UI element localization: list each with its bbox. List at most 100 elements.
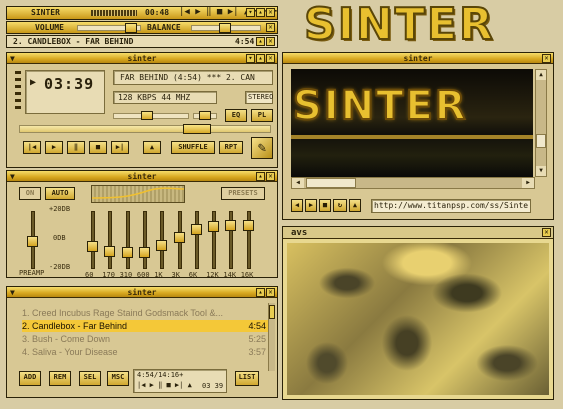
home-button[interactable]: ▲ (349, 199, 361, 212)
eq-slider-14K[interactable] (225, 211, 237, 269)
url-field[interactable]: http://www.titanpsp.com/ss/Sinter_ (371, 199, 531, 213)
eq-band-label: 600 (136, 271, 150, 279)
select-button[interactable]: SEL (79, 371, 101, 386)
browser-hscroll[interactable]: ◀ ▶ (291, 177, 535, 189)
shade-icon[interactable]: ▴ (256, 37, 265, 46)
eq-slider-12K[interactable] (208, 211, 220, 269)
stop-button[interactable]: ■ (89, 141, 107, 154)
scroll-down-icon[interactable]: ▼ (536, 166, 546, 176)
sinter-emblem-icon[interactable]: ✎ (251, 137, 273, 159)
eq-slider-60[interactable] (87, 211, 98, 269)
eq-slider-16K[interactable] (242, 211, 254, 269)
preamp-slider[interactable] (27, 211, 38, 269)
close-icon[interactable]: ✕ (266, 8, 275, 17)
pl-toggle-button[interactable]: PL (251, 109, 273, 122)
song-ticker[interactable]: FAR BEHIND (4:54) *** 2. CAN (113, 70, 273, 85)
playlist-item[interactable]: 2. Candlebox - Far Behind 4:54 (22, 320, 270, 332)
refresh-button[interactable]: ↻ (333, 199, 347, 212)
playlist-item[interactable]: 4. Saliva - Your Disease 3:57 (22, 346, 270, 358)
browser-vscroll[interactable]: ▲ ▼ (535, 69, 547, 177)
close-icon[interactable]: ✕ (266, 54, 275, 63)
playlist-item[interactable]: 1. Creed Incubus Rage Staind Godsmack To… (22, 307, 270, 319)
eq-slider-3K-knob[interactable] (173, 232, 185, 243)
stop-load-button[interactable]: ■ (319, 199, 331, 212)
back-button[interactable]: ◀ (291, 199, 303, 212)
side-buttons[interactable] (15, 71, 21, 111)
main-volume-knob[interactable] (141, 111, 153, 120)
shuffle-button[interactable]: SHUFFLE (171, 141, 215, 154)
eq-titlebar[interactable]: ▼ sinter ▴ ✕ (7, 171, 277, 182)
shade-icon[interactable]: ▴ (256, 54, 265, 63)
next-button[interactable]: ▶| (111, 141, 129, 154)
close-icon[interactable]: ✕ (266, 172, 275, 181)
close-icon[interactable]: ✕ (542, 54, 551, 63)
main-balance-knob[interactable] (199, 111, 211, 120)
balance-knob[interactable] (219, 23, 231, 33)
shade-icon[interactable]: ▴ (256, 288, 265, 297)
volume-label: VOLUME (35, 23, 64, 32)
playlist-mini-controls[interactable]: |◀ ▶ ‖ ■ ▶| ▲ (137, 381, 192, 389)
hscroll-thumb[interactable] (306, 178, 356, 188)
preamp-slider-knob[interactable] (27, 236, 38, 247)
close-icon[interactable]: ✕ (542, 228, 551, 237)
eq-band-label: 60 (85, 271, 94, 279)
eq-slider-1K-knob[interactable] (156, 240, 168, 251)
scroll-up-icon[interactable]: ▲ (536, 70, 546, 80)
repeat-button[interactable]: RPT (219, 141, 243, 154)
main-titlebar[interactable]: ▼ sinter ▾ ▴ ✕ (7, 53, 277, 64)
shade-icon[interactable]: ▴ (256, 8, 265, 17)
volume-knob[interactable] (125, 23, 137, 33)
eq-band-label: 16K (240, 271, 254, 279)
close-icon[interactable]: ✕ (266, 23, 275, 32)
eq-slider-600-knob[interactable] (138, 247, 150, 258)
seek-knob[interactable] (183, 124, 211, 134)
list-button[interactable]: LIST (235, 371, 259, 386)
remove-button[interactable]: REM (49, 371, 71, 386)
forward-button[interactable]: ▶ (305, 199, 317, 212)
presets-button[interactable]: PRESETS (221, 187, 265, 200)
eq-on-button[interactable]: ON (19, 187, 41, 200)
eq-band-label: 310 (119, 271, 133, 279)
playlist-scrollbar[interactable] (268, 303, 275, 371)
shade-icon[interactable]: ▴ (256, 172, 265, 181)
eq-slider-14K-knob[interactable] (225, 220, 237, 231)
play-button[interactable]: ▶ (45, 141, 63, 154)
minimize-icon[interactable]: ▾ (246, 8, 255, 17)
prev-button[interactable]: |◀ (23, 141, 41, 154)
eq-slider-6K-knob[interactable] (190, 224, 202, 235)
playlist-titlebar[interactable]: ▼ sinter ▴ ✕ (7, 287, 277, 298)
scroll-right-icon[interactable]: ▶ (522, 178, 534, 188)
eq-slider-310[interactable] (121, 211, 133, 269)
eq-slider-12K-knob[interactable] (208, 221, 220, 232)
eq-slider-1K[interactable] (156, 211, 168, 269)
main-window: ▼ sinter ▾ ▴ ✕ ▶ 03:39 FAR BEHIND (4:54) *… (6, 52, 278, 168)
time-readout[interactable]: 03:39 (44, 75, 94, 93)
close-icon[interactable]: ✕ (266, 288, 275, 297)
avs-titlebar[interactable]: avs ✕ (283, 227, 553, 239)
eq-auto-button[interactable]: AUTO (45, 187, 75, 200)
eq-slider-6K[interactable] (190, 211, 202, 269)
close-icon[interactable]: ✕ (266, 37, 275, 46)
browser-title: sinter (403, 54, 433, 63)
misc-button[interactable]: MSC (107, 371, 129, 386)
scroll-thumb[interactable] (536, 134, 546, 148)
seek-bar[interactable] (19, 125, 271, 133)
eq-title: sinter (127, 172, 157, 181)
eq-slider-170[interactable] (104, 211, 116, 269)
pause-button[interactable]: ‖ (67, 141, 85, 154)
add-button[interactable]: ADD (19, 371, 41, 386)
scroll-left-icon[interactable]: ◀ (292, 178, 304, 188)
eq-slider-60-knob[interactable] (87, 241, 98, 252)
minimize-icon[interactable]: ▾ (246, 54, 255, 63)
mini-vis (91, 10, 137, 16)
eq-slider-310-knob[interactable] (121, 247, 133, 258)
eq-slider-3K[interactable] (173, 211, 185, 269)
browser-titlebar[interactable]: sinter ✕ (283, 53, 553, 64)
eq-toggle-button[interactable]: EQ (225, 109, 247, 122)
main-title: sinter (127, 54, 157, 63)
eject-button[interactable]: ▲ (143, 141, 161, 154)
eq-slider-600[interactable] (138, 211, 150, 269)
eq-slider-170-knob[interactable] (104, 246, 116, 257)
eq-slider-16K-knob[interactable] (242, 220, 254, 231)
playlist-item[interactable]: 3. Bush - Come Down 5:25 (22, 333, 270, 345)
